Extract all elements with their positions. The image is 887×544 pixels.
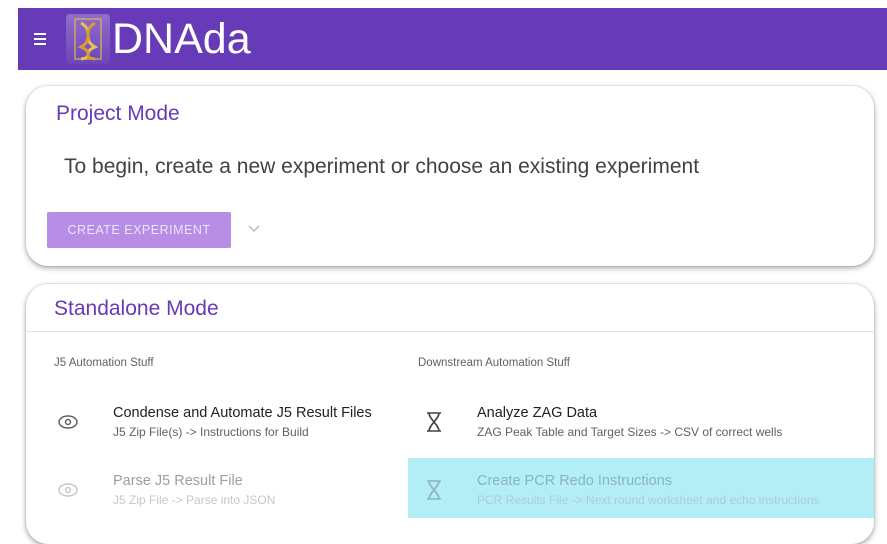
eye-icon — [54, 476, 82, 504]
project-mode-prompt: To begin, create a new experiment or cho… — [64, 155, 700, 178]
project-mode-title: Project Mode — [56, 102, 180, 125]
right-column-header: Downstream Automation Stuff — [418, 357, 570, 369]
dna-logo-icon — [66, 14, 110, 64]
item-subtitle: J5 Zip File(s) -> Instructions for Build — [113, 425, 309, 439]
hourglass-dna-icon — [420, 476, 448, 504]
item-title: Create PCR Redo Instructions — [477, 473, 673, 489]
standalone-mode-title: Standalone Mode — [54, 297, 219, 320]
divider — [26, 331, 874, 332]
item-subtitle: PCR Results File -> Next round worksheet… — [477, 493, 820, 507]
item-subtitle: ZAG Peak Table and Target Sizes -> CSV o… — [477, 425, 783, 439]
hourglass-dna-icon — [420, 408, 448, 436]
item-title: Condense and Automate J5 Result Files — [113, 405, 372, 421]
create-experiment-button[interactable]: CREATE EXPERIMENT — [47, 212, 231, 248]
app-brand-title: DNAda — [112, 14, 251, 63]
chevron-down-icon[interactable] — [248, 220, 260, 236]
app-bar: DNAda — [18, 8, 887, 70]
project-mode-card: Project Mode To begin, create a new expe… — [26, 86, 874, 266]
item-subtitle: J5 Zip File -> Parse into JSON — [113, 493, 276, 507]
hamburger-menu-icon[interactable] — [34, 31, 54, 47]
left-column-header: J5 Automation Stuff — [54, 357, 154, 369]
item-title: Analyze ZAG Data — [477, 405, 598, 421]
eye-icon — [54, 408, 82, 436]
item-title: Parse J5 Result File — [113, 473, 243, 489]
standalone-mode-card: Standalone Mode J5 Automation Stuff Down… — [26, 284, 874, 544]
